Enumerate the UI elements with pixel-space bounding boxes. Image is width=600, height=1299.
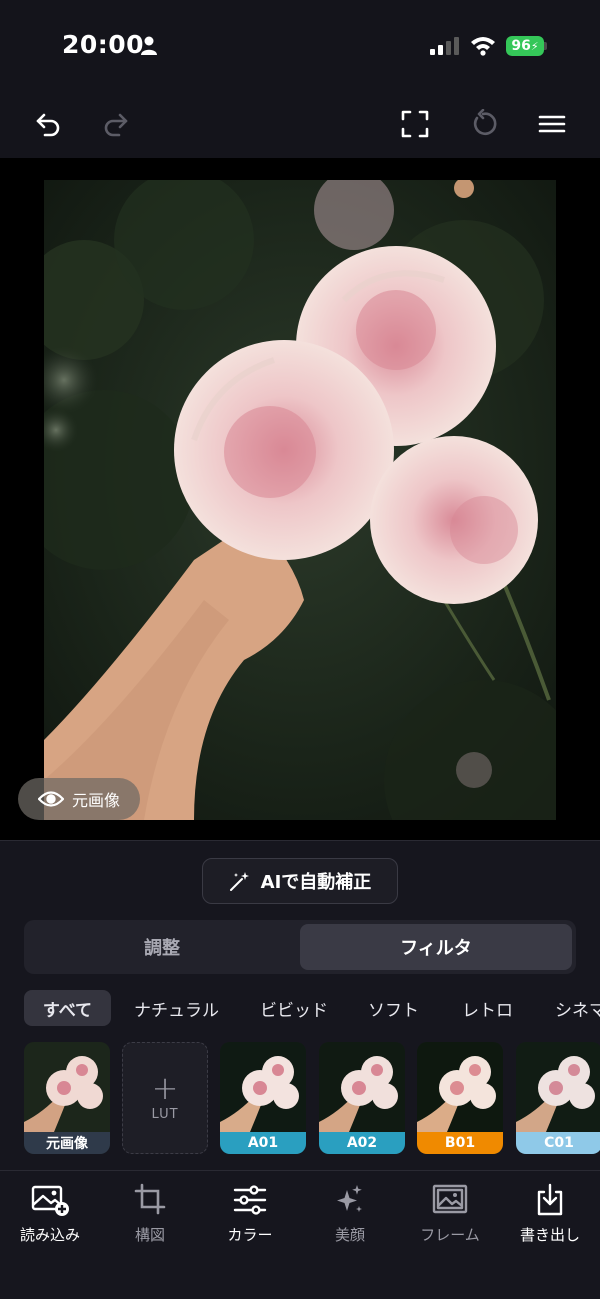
filter-thumb-a02[interactable]: A02 [319,1042,405,1154]
fullscreen-icon[interactable] [397,106,433,142]
menu-icon[interactable] [534,106,570,142]
thumb-image [319,1042,405,1132]
reset-icon[interactable] [465,106,501,142]
view-original-button[interactable]: 元画像 [18,778,140,820]
thumb-image [220,1042,306,1132]
filter-thumb-b01[interactable]: B01 [417,1042,503,1154]
eye-icon [38,791,64,807]
battery-level: 96 [511,38,531,54]
status-time: 20:00 [62,30,145,59]
wifi-icon [471,37,495,56]
nav-beauty-label: 美顔 [334,1226,365,1244]
filter-category-natural[interactable]: ナチュラル [124,990,229,1026]
tab-adjust[interactable]: 調整 [26,924,298,970]
import-image-icon [31,1185,69,1216]
thumb-image [24,1042,110,1132]
nav-import-label: 読み込み [19,1226,80,1244]
plus-icon: + [151,1069,179,1107]
nav-beauty[interactable]: 美顔 [300,1182,400,1252]
lut-label: LUT [151,1107,179,1122]
filter-thumb-label: 元画像 [24,1132,110,1154]
frame-icon [432,1184,468,1214]
add-lut-button[interactable]: + LUT [122,1042,208,1154]
undo-icon[interactable] [30,106,66,142]
crop-icon [134,1183,166,1215]
edited-photo[interactable] [44,180,556,820]
filter-thumb-label: B01 [417,1132,503,1154]
export-icon [537,1183,563,1216]
filter-thumb-label: C01 [516,1132,600,1154]
ai-auto-correct-label: AIで自動補正 [260,872,372,893]
person-icon [141,36,157,55]
filter-thumb-original[interactable]: 元画像 [24,1042,110,1154]
nav-color[interactable]: カラー [200,1182,300,1252]
sliders-icon [233,1185,267,1215]
redo-icon[interactable] [98,106,134,142]
filter-category-retro[interactable]: レトロ [450,990,525,1026]
nav-frame-label: フレーム [420,1226,480,1244]
nav-import[interactable]: 読み込み [0,1182,100,1252]
filter-category-vivid[interactable]: ビビッド [250,990,338,1026]
magic-wand-icon [229,872,249,891]
nav-crop-label: 構図 [134,1226,165,1244]
signal-icon [430,37,459,55]
rose-photo-image [44,180,556,820]
filter-category-cinema[interactable]: シネマ [544,990,600,1026]
status-bar: 20:00 96 ⚡ [0,0,600,90]
filter-thumb-label: A01 [220,1132,306,1154]
filter-category-soft[interactable]: ソフト [356,990,431,1026]
nav-export[interactable]: 書き出し [500,1182,600,1252]
thumb-image [516,1042,600,1132]
nav-frame[interactable]: フレーム [400,1182,500,1252]
nav-color-label: カラー [227,1226,273,1244]
filter-thumb-a01[interactable]: A01 [220,1042,306,1154]
ai-auto-correct-button[interactable]: AIで自動補正 [202,858,398,904]
filter-thumb-label: A02 [319,1132,405,1154]
nav-export-label: 書き出し [519,1226,580,1244]
battery-icon: 96 ⚡ [506,36,544,56]
filter-category-all[interactable]: すべて [24,990,111,1026]
filter-thumb-c01[interactable]: C01 [516,1042,600,1154]
view-original-label: 元画像 [72,791,121,810]
tab-filter[interactable]: フィルタ [300,924,572,970]
nav-crop[interactable]: 構図 [100,1182,200,1252]
sparkle-icon [337,1185,362,1212]
thumb-image [417,1042,503,1132]
battery-nub [544,42,547,50]
